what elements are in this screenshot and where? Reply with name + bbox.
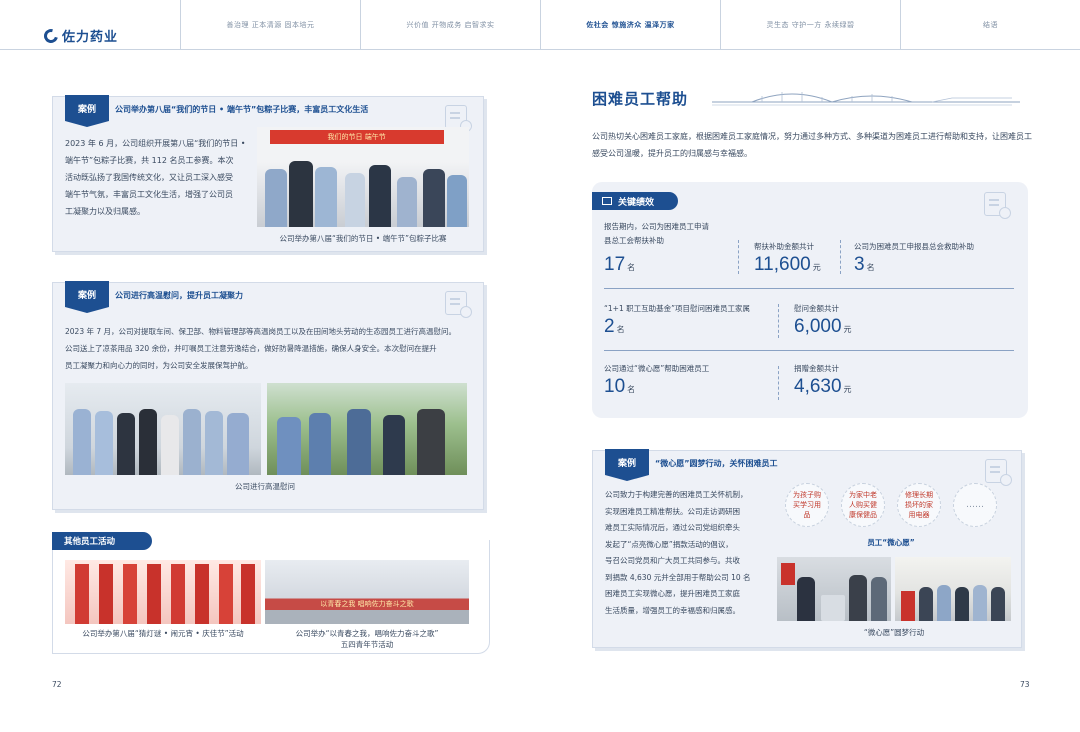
- kpi-divider: [778, 366, 779, 400]
- youth-day-photo: 以青春之我 唱响佐力奋斗之歌: [265, 560, 469, 624]
- nav-section-ecology[interactable]: 灵生态 守护一方 永续绿碧: [720, 0, 900, 50]
- kpi-divider: [738, 240, 739, 274]
- section-title: 困难员工帮助: [592, 90, 689, 108]
- case-title: 公司进行高温慰问，提升员工凝聚力: [115, 291, 243, 300]
- kpi-divider: [778, 304, 779, 338]
- kpi-label: 报告期内，公司为困难员工申请 县总工会帮扶补助: [604, 222, 709, 245]
- nav-section-value[interactable]: 兴价值 开物成务 启智求实: [360, 0, 540, 50]
- lantern-festival-photo: [65, 560, 261, 624]
- case-tag: 案例: [65, 95, 109, 127]
- kpi-tag: 关键绩效: [592, 192, 678, 210]
- kpi-value: 3名: [854, 254, 875, 275]
- brand-logo: 佐力药业: [41, 25, 119, 46]
- page-number-right: 73: [1020, 680, 1030, 689]
- case-body: 公司致力于构建完善的困难员工关怀机制， 实现困难员工精准帮扶。公司走访调研困 难…: [605, 490, 751, 615]
- photo-caption: 公司举办“以青春之我，唱响佐力奋斗之歌” 五四青年节活动: [295, 629, 439, 649]
- case-card-micro-wish: 案例 “微心愿”圆梦行动，关怀困难员工 公司致力于构建完善的困难员工关怀机制， …: [592, 449, 1022, 648]
- kpi-value: 6,000 元: [794, 316, 852, 337]
- case-title: “微心愿”圆梦行动，关怀困难员工: [655, 459, 778, 468]
- other-activities-card: 以青春之我 唱响佐力奋斗之歌 公司举办第八届“猜灯谜 • 闹元宵 • 庆佳节”活…: [52, 540, 490, 654]
- kpi-label: 公司通过“微心愿”帮助困难员工: [604, 364, 710, 373]
- case-body: 2023 年 7 月，公司对提取车间、保卫部、物料管理部等高温岗员工以及在田间地…: [65, 327, 457, 370]
- nav-section-governance[interactable]: 善治理 正本清源 固本培元: [180, 0, 360, 50]
- wish-caption: 员工“微心愿”: [867, 538, 915, 547]
- case-tag: 案例: [65, 281, 109, 313]
- heat-relief-photo-field: [267, 383, 467, 475]
- kpi-value: 10 名: [604, 376, 636, 397]
- heat-relief-photo-staff: [65, 383, 261, 475]
- wish-bubble: 为孩子购买学习用品: [785, 483, 829, 527]
- kpi-value: 11,600 元: [754, 254, 821, 275]
- kpi-separator: [604, 350, 1014, 351]
- document-hand-icon: [984, 192, 1011, 219]
- key-performance-card: 关键绩效 报告期内，公司为困难员工申请 县总工会帮扶补助 17 名 帮扶补助金额共…: [592, 182, 1028, 418]
- donation-photo: [777, 557, 891, 621]
- top-navigation: 佐力药业 善治理 正本清源 固本培元 兴价值 开物成务 启智求实 佐社会 惊施济…: [0, 0, 1080, 50]
- photo-caption: “微心愿”圆梦行动: [863, 628, 925, 637]
- group-photo: [895, 557, 1011, 621]
- photo-caption: 公司进行高温慰问: [235, 482, 295, 491]
- bridge-line-decoration: [712, 92, 1020, 106]
- wish-bubble: 为家中老人购买健康保健品: [841, 483, 885, 527]
- kpi-label: “1+1 职工互助基金”项目慰问困难员工家属: [604, 304, 750, 313]
- kpi-value: 4,630 元: [794, 376, 852, 397]
- document-star-icon: [985, 459, 1012, 486]
- case-title: 公司举办第八届“我们的节日 • 端午节”包粽子比赛，丰富员工文化生活: [115, 105, 369, 114]
- brand-name: 佐力药业: [62, 30, 119, 45]
- photo-caption: 公司举办第八届“我们的节日 • 端午节”包粽子比赛: [279, 234, 447, 243]
- case-card-heat-relief: 案例 公司进行高温慰问，提升员工凝聚力 2023 年 7 月，公司对提取车间、保…: [52, 281, 484, 510]
- kpi-value: 17 名: [604, 254, 636, 275]
- section-intro: 公司热切关心困难员工家庭，根据困难员工家庭情况，努力通过多种方式、多种渠道为困难…: [592, 132, 1032, 158]
- kpi-label: 慰问金额共计: [794, 304, 839, 313]
- wish-bubble: ……: [953, 483, 997, 527]
- page-number-left: 72: [52, 680, 62, 689]
- photo-caption: 公司举办第八届“猜灯谜 • 闹元宵 • 庆佳节”活动: [82, 629, 244, 638]
- case-card-dragon-boat: 案例 公司举办第八届“我们的节日 • 端午节”包粽子比赛，丰富员工文化生活 20…: [52, 95, 484, 252]
- kpi-label: 捐赠金额共计: [794, 364, 839, 373]
- document-star-icon: [445, 291, 472, 318]
- document-star-icon: [445, 105, 472, 132]
- kpi-label: 公司为困难员工申报县总会救助补助: [854, 242, 974, 251]
- dragon-boat-photo: 我们的节日 端午节: [257, 127, 469, 227]
- kpi-label: 帮扶补助金额共计: [754, 242, 814, 251]
- other-activities-tag: 其他员工活动: [52, 532, 152, 550]
- brand-mark-icon: [41, 25, 61, 46]
- case-tag: 案例: [605, 449, 649, 481]
- nav-section-conclusion[interactable]: 结语: [900, 0, 1080, 50]
- nav-section-society[interactable]: 佐社会 惊施济众 温泽万家: [540, 0, 720, 50]
- wish-bubble: 修理长期损坏的家用电器: [897, 483, 941, 527]
- kpi-divider: [840, 240, 841, 274]
- kpi-value: 2名: [604, 316, 625, 337]
- case-body: 2023 年 6 月，公司组织开展第八届“我们的节日 • 端午节”包粽子比赛，共…: [65, 139, 246, 216]
- kpi-separator: [604, 288, 1014, 289]
- chart-board-icon: [602, 197, 612, 205]
